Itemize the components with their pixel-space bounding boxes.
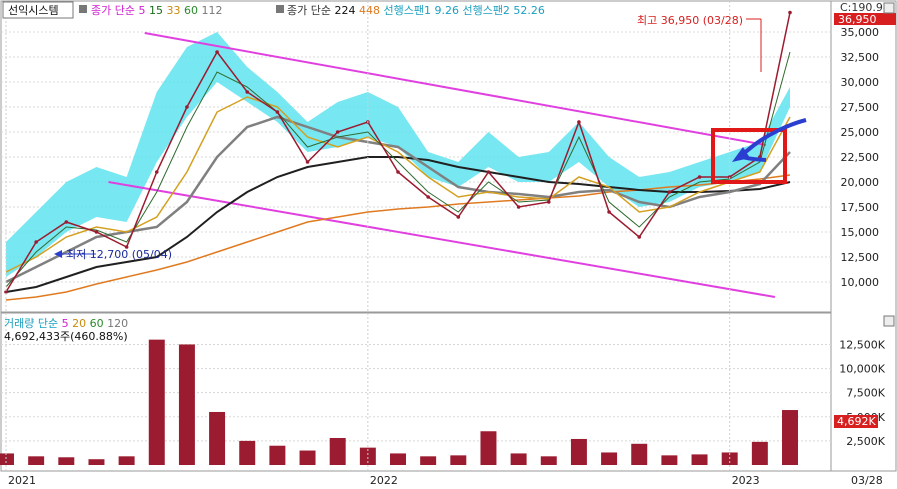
volume-bar: [118, 456, 135, 465]
current-volume-badge: 4,692K: [837, 415, 876, 428]
volume-bar: [480, 431, 497, 465]
close-price-point: [245, 90, 250, 94]
legend-ma-long-swatch: [276, 5, 284, 13]
price-y-tick-label: 30,000: [841, 76, 880, 89]
close-price-point: [34, 240, 38, 244]
close-price-point: [94, 230, 99, 234]
volume-y-tick-label: 2,500K: [846, 435, 885, 448]
price-y-tick-label: 22,500: [841, 151, 880, 164]
volume-bar: [691, 454, 708, 465]
close-price-point: [516, 205, 521, 209]
close-price-point: [426, 195, 430, 199]
close-price-point: [305, 160, 310, 164]
volume-bar: [329, 438, 346, 465]
price-y-tick-label: 25,000: [841, 126, 880, 139]
volume-bar: [178, 344, 195, 465]
legend-ma: 종가 단순 5 15 33 60 112: [91, 4, 222, 17]
close-price-point: [577, 120, 581, 124]
volume-y-tick-label: 12,500K: [839, 338, 885, 351]
close-price-point: [456, 215, 461, 219]
x-tick-label: 2021: [8, 474, 36, 487]
volume-bar: [88, 459, 105, 465]
stock-name: 선익시스템: [8, 4, 59, 17]
volume-y-tick-label: 10,000K: [839, 363, 885, 376]
volume-panel-close-button[interactable]: [883, 315, 895, 327]
volume-bar: [148, 339, 165, 465]
close-price-point: [335, 130, 340, 134]
x-tick-label: 2022: [370, 474, 398, 487]
price-y-tick-label: 32,500: [841, 51, 880, 64]
close-price-point: [667, 190, 672, 194]
x-axis-end-label: 03/28: [851, 474, 883, 487]
high-annotation: 최고 36,950 (03/28): [637, 14, 743, 27]
price-y-tick-label: 35,000: [841, 26, 880, 39]
price-y-tick-label: 17,500: [841, 201, 880, 214]
close-price-point: [185, 105, 189, 109]
stock-chart: 10,000 12,500 15,000 17,500 20,000 22,500 25,0…: [0, 0, 897, 487]
volume-bar: [751, 441, 768, 465]
volume-legend: 거래량 단순 5 20 60 120: [4, 317, 128, 330]
close-price-point: [697, 175, 702, 179]
volume-bar: [450, 455, 467, 465]
volume-bar: [631, 443, 648, 465]
volume-bar: [269, 445, 286, 465]
volume-bar: [661, 455, 678, 465]
volume-bar: [540, 456, 557, 465]
price-y-tick-label: 15,000: [841, 226, 880, 239]
price-y-tick-label: 27,500: [841, 101, 880, 114]
price-y-tick-label: 12,500: [841, 251, 880, 264]
volume-bar: [782, 410, 798, 465]
close-price-point: [64, 220, 69, 224]
close-price-point: [396, 170, 400, 174]
volume-bar: [299, 450, 316, 465]
volume-y-tick-label: 7,500K: [846, 387, 885, 400]
close-price-point: [275, 110, 280, 114]
close-price-point: [154, 170, 159, 174]
price-panel-close-button[interactable]: [883, 2, 895, 14]
price-y-tick-label: 20,000: [841, 176, 880, 189]
volume-bar: [209, 411, 226, 465]
close-price-point: [486, 170, 491, 174]
volume-bar: [601, 452, 618, 465]
volume-bar: [420, 456, 437, 465]
legend-ma-long: 종가 단순 224 448 선행스팬1 9.26 선행스팬2 52.26: [287, 4, 545, 17]
volume-bar: [239, 440, 256, 465]
close-price-point: [215, 50, 219, 54]
x-tick-label: 2023: [732, 474, 760, 487]
close-price-point: [788, 10, 792, 15]
current-price-badge: 36,950: [838, 13, 877, 26]
volume-bar: [510, 453, 527, 465]
volume-bar: [390, 453, 406, 465]
close-price-point: [546, 200, 551, 204]
close-price-point: [637, 235, 642, 239]
low-annotation: 최저 12,700 (05/04): [66, 248, 172, 261]
legend-ma-swatch: [79, 5, 87, 13]
volume-value: 4,692,433주(460.88%): [4, 330, 128, 343]
volume-bar: [0, 453, 14, 465]
volume-bar: [570, 438, 587, 465]
volume-bar: [58, 457, 75, 465]
volume-bar: [28, 456, 45, 465]
close-price-point: [607, 210, 611, 214]
price-y-tick-label: 10,000: [841, 276, 880, 289]
